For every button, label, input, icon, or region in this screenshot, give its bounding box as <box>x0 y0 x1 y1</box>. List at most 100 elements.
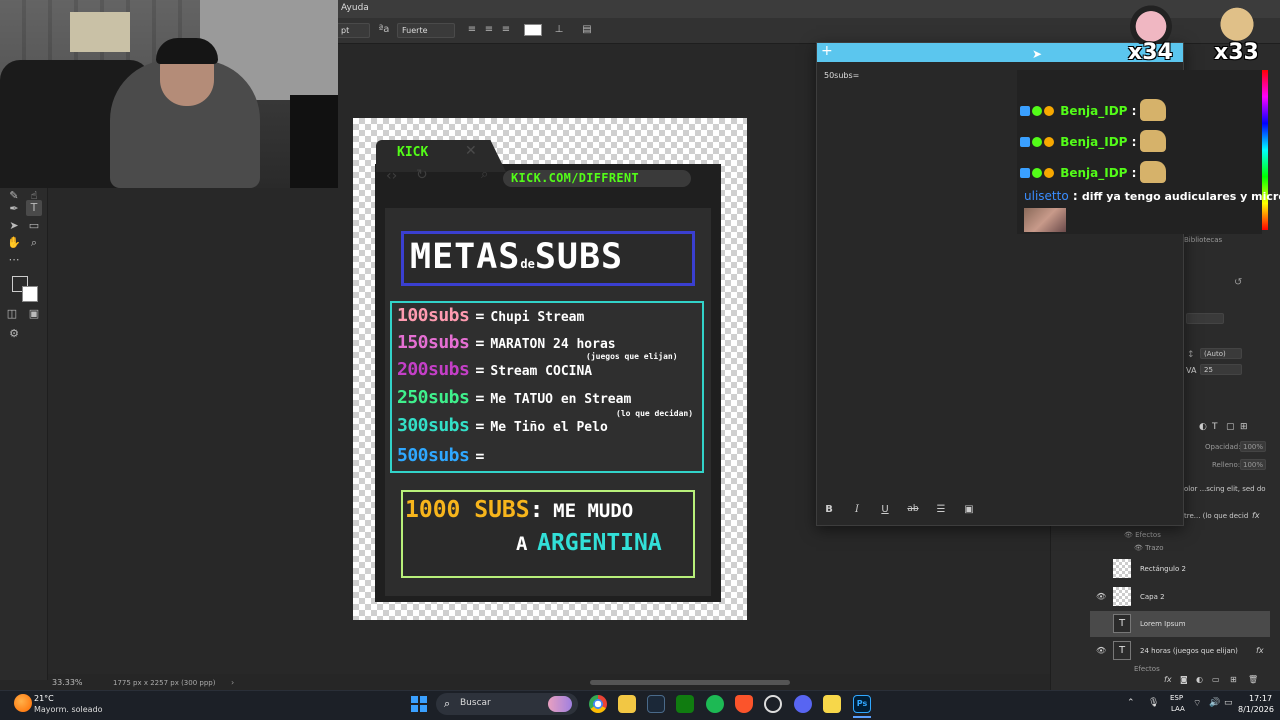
badge-icon <box>1044 168 1054 178</box>
zoom-level[interactable]: 33.33% <box>52 678 83 687</box>
photoshop-icon[interactable]: Ps <box>853 695 871 713</box>
chrome-icon[interactable] <box>589 695 607 713</box>
clock-date[interactable]: 8/1/2026 <box>1238 705 1274 714</box>
brave-icon[interactable] <box>735 695 753 713</box>
layer-row[interactable]: Rectángulo 2 <box>1090 556 1270 582</box>
goal-row: 300subs = Me Tiño el Pelo <box>397 415 608 436</box>
tray-chevron-icon[interactable]: ⌃ <box>1127 698 1135 708</box>
text-tool-icon[interactable]: T <box>26 200 42 216</box>
opacity-field[interactable]: 100% <box>1240 441 1266 452</box>
windows-start-icon[interactable] <box>411 696 427 712</box>
chat-message: Benja_IDP : <box>1020 130 1167 152</box>
file-explorer-icon[interactable] <box>618 695 636 713</box>
text-color-swatch[interactable] <box>524 24 542 36</box>
volume-icon[interactable]: 🔊 <box>1209 698 1220 708</box>
panel-field[interactable] <box>1186 313 1224 324</box>
emote-counter-icon <box>1210 0 1264 44</box>
filter-shape-icon[interactable]: ▢ <box>1226 422 1235 432</box>
tracking-field[interactable]: 25 <box>1200 364 1242 375</box>
weather-icon[interactable] <box>14 694 32 712</box>
group-icon[interactable]: ▭ <box>1212 675 1220 684</box>
xbox-icon[interactable] <box>676 695 694 713</box>
more-tools-icon[interactable]: ⋯ <box>6 252 22 268</box>
italic-button[interactable]: I <box>850 504 864 515</box>
steam-icon[interactable] <box>647 695 665 713</box>
title-metas: METAS <box>410 237 521 277</box>
rectangle-tool-icon[interactable]: ▭ <box>26 218 42 234</box>
chat-image <box>1024 208 1066 232</box>
align-left-icon[interactable]: ≡ <box>465 23 479 37</box>
add-mask-icon[interactable]: ◙ <box>1180 675 1188 684</box>
wifi-icon[interactable]: ⌔ <box>1193 698 1201 709</box>
weather-desc[interactable]: Mayorm. soleado <box>34 705 103 714</box>
font-size-select[interactable]: pt <box>336 23 370 38</box>
chat-text: diff ya tengo audiculares y micro <box>1081 190 1280 203</box>
language-layout[interactable]: LAA <box>1171 705 1185 713</box>
eye-icon[interactable]: 👁 <box>1096 646 1106 655</box>
layer-row-selected[interactable]: T Lorem Ipsum <box>1090 611 1270 637</box>
obs-icon[interactable] <box>764 695 782 713</box>
eye-icon[interactable]: 👁 <box>1096 592 1106 601</box>
webcam-overlay <box>0 0 338 188</box>
layer-name-partial[interactable]: tre... (lo que decid <box>1184 512 1248 520</box>
quick-mask-icon[interactable]: ◫ <box>4 306 20 322</box>
layer-name-partial[interactable]: olor ...scing elit, sed do <box>1184 485 1266 493</box>
background-color-swatch[interactable] <box>22 286 38 302</box>
bullet-list-button[interactable]: ☰ <box>934 504 948 515</box>
align-center-icon[interactable]: ≡ <box>482 23 496 37</box>
big-goal-num: 1000 SUBS <box>405 497 530 523</box>
eye-icon[interactable]: 👁 <box>1124 531 1133 539</box>
layer-row[interactable]: 👁 T 24 horas (juegos que elijan) fx <box>1090 638 1270 664</box>
new-note-button[interactable]: + <box>821 43 833 59</box>
tray-mic-icon[interactable]: 🎙 <box>1148 698 1159 708</box>
antialias-select[interactable]: Fuerte <box>397 23 455 38</box>
edit-toolbar-icon[interactable]: ⚙ <box>6 326 22 342</box>
hand-tool-icon[interactable]: ✋ <box>6 235 22 251</box>
filter-text-icon[interactable]: T <box>1212 422 1218 432</box>
warp-text-icon[interactable]: ⊥ <box>552 23 566 37</box>
strikethrough-button[interactable]: ab <box>906 504 920 514</box>
bold-button[interactable]: B <box>822 504 836 515</box>
goal-num: 150subs <box>397 332 470 353</box>
new-layer-icon[interactable]: ⊞ <box>1230 675 1237 684</box>
goal-num: 500subs <box>397 445 470 466</box>
chat-message: ulisetto : diff ya tengo audiculares y m… <box>1024 189 1280 203</box>
goal-text: Me TATUO en Stream <box>490 392 632 407</box>
filter-adjust-icon[interactable]: ◐ <box>1199 422 1207 432</box>
leading-field[interactable]: (Auto) <box>1200 348 1242 359</box>
eye-icon[interactable]: 👁 <box>1134 544 1143 552</box>
underline-button[interactable]: U <box>878 504 892 515</box>
layer-fx-icon[interactable]: fx <box>1252 511 1260 520</box>
badge-icon <box>1032 168 1042 178</box>
opacity-label: Opacidad: <box>1205 443 1241 451</box>
adjustment-icon[interactable]: ◐ <box>1196 675 1203 684</box>
path-select-tool-icon[interactable]: ➤ <box>6 218 22 234</box>
filter-smart-icon[interactable]: ⊞ <box>1240 422 1248 432</box>
align-right-icon[interactable]: ≡ <box>499 23 513 37</box>
battery-icon[interactable]: ▭ <box>1224 698 1233 708</box>
trash-icon[interactable]: 🗑 <box>1248 675 1258 684</box>
weather-temp[interactable]: 21°C <box>34 694 54 703</box>
spotify-icon[interactable] <box>706 695 724 713</box>
sticky-notes-icon[interactable] <box>823 695 841 713</box>
zoom-tool-icon[interactable]: ⌕ <box>26 235 42 251</box>
goal-text: Me Tiño el Pelo <box>490 420 608 435</box>
layer-row[interactable]: 👁 Capa 2 <box>1090 584 1270 610</box>
status-arrow-icon[interactable]: › <box>231 678 234 687</box>
chat-username: Benja_IDP <box>1060 104 1128 118</box>
discord-icon[interactable] <box>794 695 812 713</box>
libraries-tab[interactable]: Bibliotecas <box>1184 236 1222 244</box>
language-indicator[interactable]: ESP <box>1170 694 1183 702</box>
pen-tool-icon[interactable]: ✒ <box>6 201 22 217</box>
reset-icon[interactable]: ↺ <box>1234 277 1242 288</box>
layer-fx-icon[interactable]: fx <box>1256 646 1264 655</box>
fill-field[interactable]: 100% <box>1240 459 1266 470</box>
character-panel-icon[interactable]: ▤ <box>580 23 594 37</box>
insert-image-button[interactable]: ▣ <box>962 504 976 515</box>
menu-help[interactable]: Ayuda <box>341 3 369 13</box>
add-style-icon[interactable]: fx <box>1164 675 1172 684</box>
note-content[interactable]: 50subs= <box>824 71 859 80</box>
horizontal-scrollbar[interactable] <box>590 680 790 685</box>
screen-mode-icon[interactable]: ▣ <box>26 306 42 322</box>
clock-time[interactable]: 17:17 <box>1249 694 1272 703</box>
